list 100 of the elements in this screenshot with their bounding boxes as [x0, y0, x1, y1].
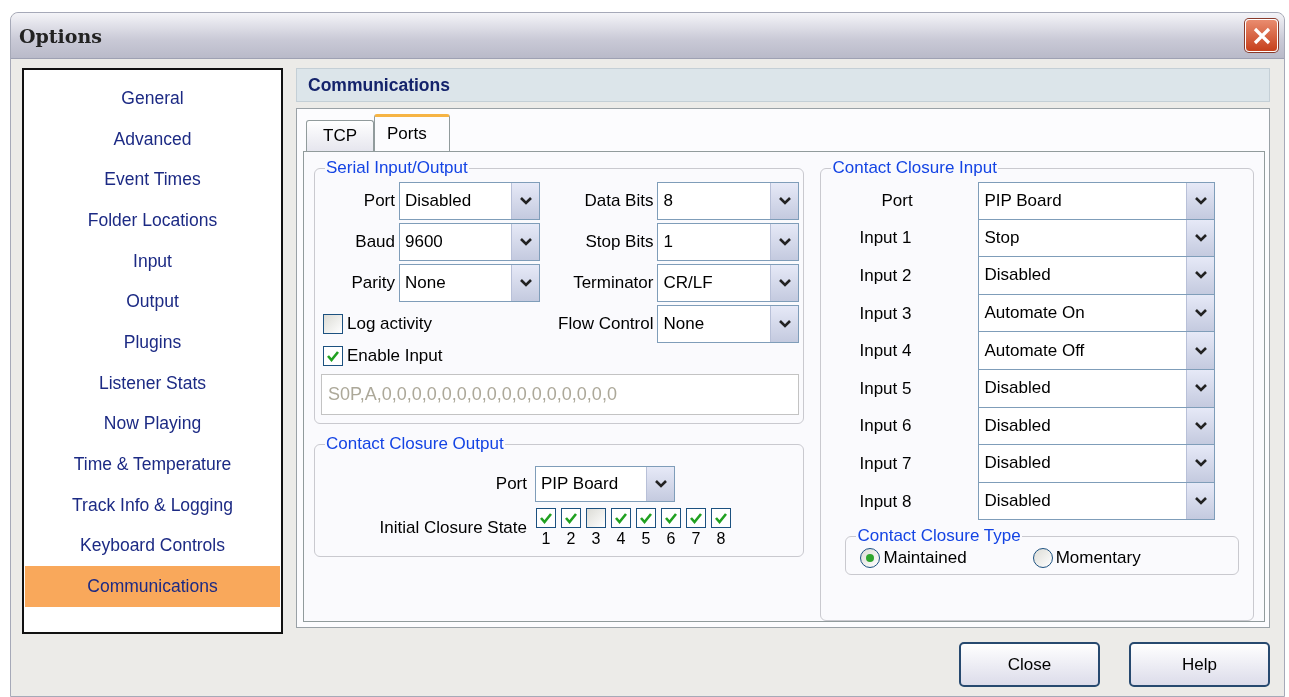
sidebar-item[interactable]: Time & Temperature — [25, 444, 280, 485]
chevron-down-icon — [518, 237, 533, 247]
sidebar-item[interactable]: Input — [25, 240, 280, 282]
dropdown-arrow-button[interactable] — [1186, 219, 1215, 257]
field-label: Input 4 — [858, 341, 913, 362]
checkbox[interactable] — [611, 508, 631, 528]
sidebar-item[interactable]: Now Playing — [25, 403, 280, 445]
dropdown[interactable]: Disabled — [978, 407, 1216, 446]
checkmark-icon — [664, 512, 678, 524]
checkbox-number: 7 — [691, 530, 701, 548]
dropdown[interactable]: PIP Board — [535, 466, 675, 502]
sidebar-item[interactable]: Advanced — [25, 118, 280, 160]
checkbox[interactable] — [586, 508, 606, 528]
checkmark-icon — [689, 512, 703, 524]
dropdown-arrow-button[interactable] — [1186, 332, 1215, 369]
checkbox[interactable] — [636, 508, 656, 528]
sidebar-item[interactable]: Keyboard Controls — [25, 525, 280, 567]
tab[interactable]: TCP — [306, 120, 374, 151]
radio-label: Maintained — [883, 548, 967, 569]
dropdown[interactable]: None — [399, 264, 540, 302]
dropdown-arrow-button[interactable] — [1186, 445, 1215, 482]
checkbox-number: 2 — [566, 530, 576, 548]
group-title: Contact Closure Type — [856, 526, 1022, 547]
dropdown-arrow-button[interactable] — [1186, 407, 1215, 445]
field-label: Port — [362, 191, 396, 211]
field-label: Parity — [350, 273, 396, 293]
sidebar-item[interactable]: Folder Locations — [25, 200, 280, 241]
dropdown-arrow-button[interactable] — [1186, 369, 1215, 407]
sidebar-item[interactable]: General — [25, 78, 280, 119]
checkbox-label: Enable Input — [347, 346, 443, 366]
dropdown[interactable]: Automate On — [978, 294, 1216, 333]
checkbox[interactable] — [536, 508, 556, 528]
dropdown-arrow-button[interactable] — [1186, 183, 1215, 219]
field-label: Input 1 — [858, 228, 913, 249]
chevron-down-icon — [777, 237, 792, 247]
dropdown[interactable]: Disabled — [978, 257, 1216, 295]
field-label: Input 3 — [858, 303, 913, 324]
checkbox-number: 8 — [716, 530, 726, 548]
radio-button[interactable] — [860, 548, 881, 569]
dropdown-arrow-button[interactable] — [1186, 294, 1215, 332]
dropdown[interactable]: 1 — [657, 223, 800, 261]
field-label: Terminator — [572, 273, 655, 293]
sidebar-item[interactable]: Event Times — [25, 159, 280, 201]
dialog-button[interactable]: Help — [1129, 642, 1270, 687]
field-label: Baud — [354, 232, 396, 252]
checkbox-number: 3 — [591, 530, 601, 548]
field-label: Port — [494, 474, 528, 494]
checkbox[interactable] — [661, 508, 681, 528]
dropdown-arrow-button[interactable] — [770, 224, 799, 260]
checkbox[interactable] — [686, 508, 706, 528]
dropdown[interactable]: Disabled — [978, 482, 1216, 521]
dropdown-arrow-button[interactable] — [646, 467, 674, 501]
dropdown[interactable]: Automate Off — [978, 332, 1216, 370]
dropdown-arrow-button[interactable] — [1186, 257, 1215, 294]
checkbox[interactable] — [323, 346, 343, 366]
chevron-down-icon — [777, 196, 792, 206]
field-label: Input 6 — [858, 416, 913, 437]
tab[interactable]: Ports — [374, 114, 450, 151]
dropdown[interactable]: Stop — [978, 219, 1216, 258]
chevron-down-icon — [1193, 420, 1208, 431]
dropdown[interactable]: Disabled — [399, 182, 540, 220]
sidebar-item[interactable]: Listener Stats — [25, 362, 280, 404]
radio-button[interactable] — [1032, 548, 1053, 569]
dropdown[interactable]: 9600 — [399, 223, 540, 261]
sidebar-item[interactable]: Plugins — [25, 322, 280, 363]
dropdown-arrow-button[interactable] — [770, 183, 799, 219]
chevron-down-icon — [518, 196, 533, 206]
checkbox-number: 6 — [666, 530, 676, 548]
dropdown-arrow-button[interactable] — [770, 265, 799, 301]
sidebar-item[interactable]: Track Info & Logging — [25, 484, 280, 526]
dropdown[interactable]: Disabled — [978, 445, 1216, 483]
dropdown[interactable]: CR/LF — [657, 264, 800, 302]
checkbox-number: 4 — [616, 530, 626, 548]
dropdown-arrow-button[interactable] — [511, 183, 539, 219]
dropdown-arrow-button[interactable] — [511, 224, 539, 260]
chevron-down-icon — [518, 278, 533, 288]
checkmark-icon — [614, 512, 628, 524]
chevron-down-icon — [777, 319, 792, 329]
dropdown[interactable]: Disabled — [978, 369, 1216, 408]
sidebar-item[interactable]: Communications — [25, 566, 280, 607]
checkbox[interactable] — [323, 314, 343, 334]
dropdown-arrow-button[interactable] — [511, 265, 539, 301]
close-icon — [1251, 25, 1272, 46]
chevron-down-icon — [1193, 496, 1208, 507]
chevron-down-icon — [1193, 232, 1208, 243]
dialog-button[interactable]: Close — [959, 642, 1100, 687]
field-label: Input 7 — [858, 453, 913, 474]
group-title: Contact Closure Input — [831, 158, 998, 178]
sidebar-item[interactable]: Output — [25, 281, 280, 323]
dropdown[interactable]: 8 — [657, 182, 800, 220]
checkbox[interactable] — [561, 508, 581, 528]
checkbox[interactable] — [711, 508, 731, 528]
dropdown-arrow-button[interactable] — [770, 306, 799, 342]
checkmark-icon — [539, 512, 553, 524]
dropdown-arrow-button[interactable] — [1186, 482, 1215, 520]
group-title: Serial Input/Output — [325, 158, 469, 178]
close-button[interactable] — [1245, 19, 1278, 52]
chevron-down-icon — [1193, 308, 1208, 319]
dropdown[interactable]: PIP Board — [978, 182, 1216, 220]
dropdown[interactable]: None — [657, 305, 800, 343]
